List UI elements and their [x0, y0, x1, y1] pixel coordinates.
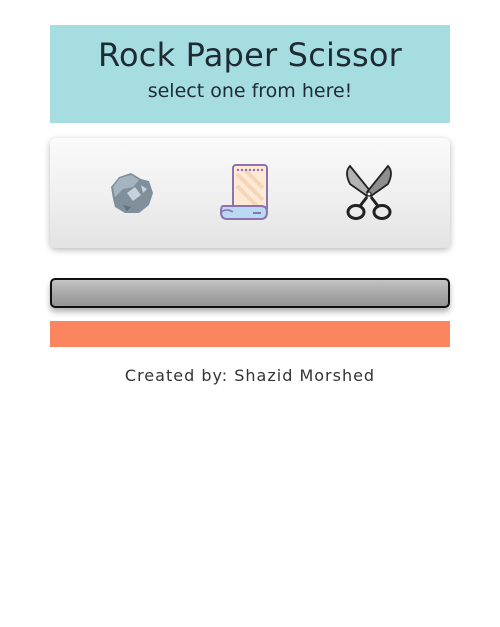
scissor-button[interactable] — [336, 160, 402, 226]
footer-credit: Created by: Shazid Morshed — [124, 366, 376, 385]
choice-panel — [50, 138, 450, 248]
score-display — [50, 321, 450, 347]
paper-button[interactable] — [217, 160, 283, 226]
paper-icon — [219, 164, 268, 220]
result-display — [50, 278, 450, 308]
page-title: Rock Paper Scissor — [98, 36, 402, 74]
page-subtitle: select one from here! — [147, 80, 353, 102]
rock-button[interactable] — [98, 160, 164, 226]
scissors-icon — [345, 164, 392, 220]
header: Rock Paper Scissor select one from here! — [50, 25, 450, 123]
rock-icon — [111, 173, 154, 213]
